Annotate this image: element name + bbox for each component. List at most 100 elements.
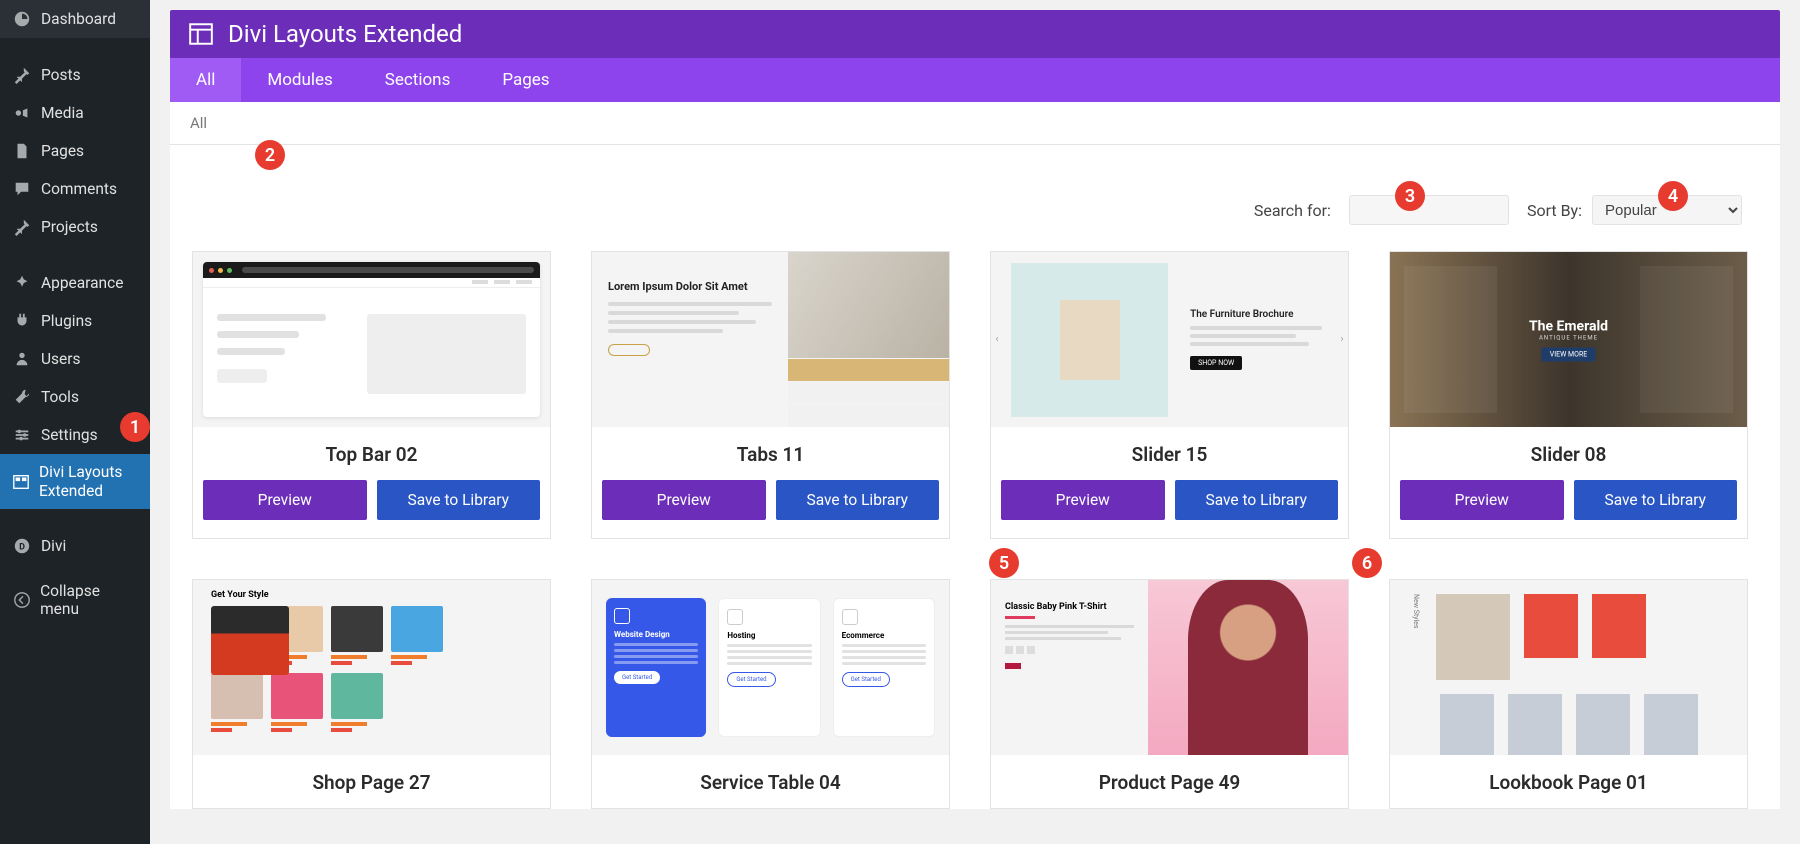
tab-sections[interactable]: Sections [359,58,477,102]
dashboard-icon [12,9,32,29]
plugins-icon [12,311,32,331]
pages-icon [12,141,32,161]
layout-title: Lookbook Page 01 [1390,755,1747,808]
save-to-library-button[interactable]: Save to Library [1175,480,1339,520]
page-title: Divi Layouts Extended [228,20,462,48]
sortby-group: Sort By: Popular New Alphabetical [1527,195,1742,225]
preview-button[interactable]: Preview [602,480,766,520]
layouts-panel: Search for: Sort By: Popular New Alphabe… [170,145,1780,809]
thumb-button: SHOP NOW [1190,356,1242,370]
search-input[interactable] [1349,195,1509,225]
layout-thumbnail: Lorem Ipsum Dolor Sit Amet [592,252,949,427]
collapse-icon [12,590,31,610]
header-title-row: Divi Layouts Extended [170,10,1780,58]
thumb-heading: Get Your Style [211,590,532,600]
layout-card: Classic Baby Pink T-Shirt Product Page 4… [990,579,1349,809]
divi-icon: D [12,536,32,556]
subfilter-all[interactable]: All [190,114,207,132]
annotation-6: 6 [1352,548,1382,578]
sidebar-item-plugins[interactable]: Plugins [0,302,150,340]
layout-card: Website Design Get Started Hosting Get S… [591,579,950,809]
thumb-col-title: Hosting [727,631,811,640]
preview-button[interactable]: Preview [1400,480,1564,520]
annotation-4: 4 [1658,181,1688,211]
sidebar-item-users[interactable]: Users [0,340,150,378]
appearance-icon [12,273,32,293]
header-tabs: All Modules Sections Pages [170,58,1780,102]
sidebar-label: Media [41,104,84,122]
sidebar-item-divi[interactable]: D Divi [0,527,150,565]
layout-card: Lorem Ipsum Dolor Sit Amet Tabs 11 [591,251,950,539]
sidebar-label: Plugins [41,312,92,330]
sidebar-item-divi-layouts-extended[interactable]: Divi Layouts Extended [0,454,150,509]
sidebar-label: Posts [41,66,81,84]
toolbar: Search for: Sort By: Popular New Alphabe… [192,165,1758,251]
settings-icon [12,425,32,445]
tab-all[interactable]: All [170,58,241,102]
sidebar-label: Dashboard [41,10,116,28]
layout-title: Tabs 11 [592,427,949,480]
save-to-library-button[interactable]: Save to Library [377,480,541,520]
sidebar-label: Users [41,350,81,368]
annotation-5: 5 [989,548,1019,578]
tab-modules[interactable]: Modules [241,58,358,102]
layout-title: Top Bar 02 [193,427,550,480]
sidebar-item-dashboard[interactable]: Dashboard [0,0,150,38]
thumb-heading: The Furniture Brochure [1190,309,1322,320]
sidebar-label: Divi [41,537,66,555]
save-to-library-button[interactable]: Save to Library [1574,480,1738,520]
sidebar-item-comments[interactable]: Comments [0,170,150,208]
sidebar-item-posts[interactable]: Posts [0,56,150,94]
pin-icon [12,217,32,237]
tab-pages[interactable]: Pages [476,58,575,102]
sidebar-item-pages[interactable]: Pages [0,132,150,170]
comments-icon [12,179,32,199]
layouts-icon [12,472,30,492]
thumb-col-title: Website Design [614,630,698,639]
layout-card: The Emerald ANTIQUE THEME VIEW MORE Slid… [1389,251,1748,539]
layout-thumbnail: Classic Baby Pink T-Shirt [991,580,1348,755]
search-label: Search for: [1254,201,1331,220]
sidebar-item-appearance[interactable]: Appearance [0,264,150,302]
media-icon [12,103,32,123]
tools-icon [12,387,32,407]
annotation-3: 3 [1395,181,1425,211]
sidebar-label: Divi Layouts Extended [39,463,138,500]
annotation-2: 2 [255,140,285,170]
sidebar-label: Projects [41,218,98,236]
layouts-grid: Top Bar 02 Preview Save to Library Lorem… [192,251,1758,809]
sidebar-item-collapse[interactable]: Collapse menu [0,573,150,627]
layout-thumbnail: Get Your Style [193,580,550,755]
thumb-col-title: Ecommerce [842,631,926,640]
save-to-library-button[interactable]: Save to Library [776,480,940,520]
layout-thumbnail: Website Design Get Started Hosting Get S… [592,580,949,755]
thumb-heading: The Emerald [1529,318,1608,334]
preview-button[interactable]: Preview [1001,480,1165,520]
layout-thumbnail [193,252,550,427]
users-icon [12,349,32,369]
thumb-button: Get Started [727,672,775,687]
svg-text:D: D [19,543,25,553]
pin-icon [12,65,32,85]
subfilter-bar: All [170,102,1780,145]
sidebar-item-media[interactable]: Media [0,94,150,132]
sidebar-label: Tools [41,388,79,406]
thumb-button: VIEW MORE [1542,347,1596,361]
layout-title: Product Page 49 [991,755,1348,808]
sidebar-label: Collapse menu [40,582,138,618]
thumb-heading: Classic Baby Pink T-Shirt [1005,602,1134,612]
layout-card: ‹ The Furniture Brochure SHOP NOW › Slid… [990,251,1349,539]
layout-title: Shop Page 27 [193,755,550,808]
layout-card: New Styles Lookbook Page 01 [1389,579,1748,809]
thumb-side-label: New Styles [1412,594,1422,680]
sidebar-item-tools[interactable]: Tools [0,378,150,416]
thumb-button: Get Started [614,671,660,684]
sidebar-item-projects[interactable]: Projects [0,208,150,246]
layout-title: Slider 15 [991,427,1348,480]
sidebar-label: Comments [41,180,117,198]
sidebar-label: Appearance [41,274,123,292]
layout-title: Slider 08 [1390,427,1747,480]
sidebar-label: Pages [41,142,84,160]
preview-button[interactable]: Preview [203,480,367,520]
layout-thumbnail: New Styles [1390,580,1747,755]
